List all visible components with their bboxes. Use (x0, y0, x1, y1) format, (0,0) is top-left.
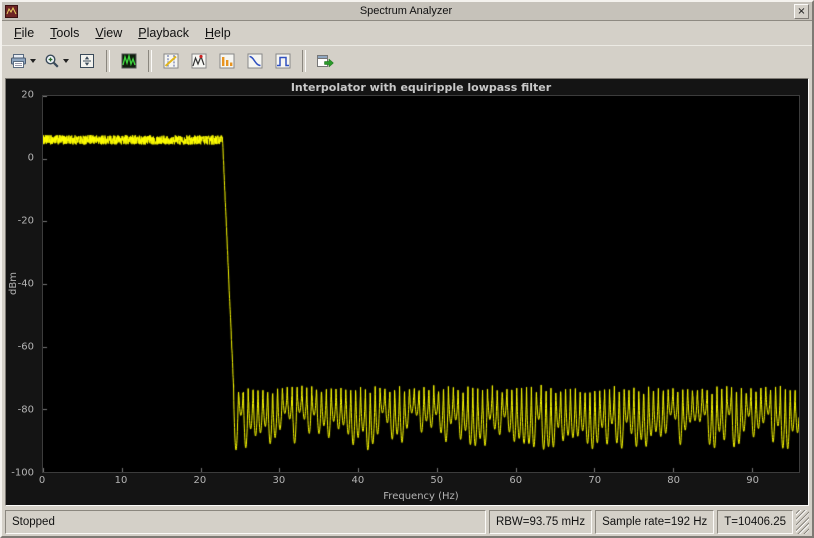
close-button[interactable]: × (794, 3, 809, 19)
y-tick-label: 0 (27, 152, 34, 164)
y-tick-labels: 20 0 -20 -40 -60 -80 -100 (6, 90, 39, 479)
y-tick-label: -80 (17, 404, 34, 416)
x-tick-label: 10 (114, 475, 128, 486)
distortion-measurements-icon (219, 53, 235, 69)
print-icon (10, 53, 27, 69)
x-tick-label: 30 (272, 475, 286, 486)
spectral-mask-icon (275, 53, 291, 69)
window-title: Spectrum Analyzer (359, 5, 453, 17)
status-sample-rate: Sample rate=192 Hz (595, 510, 715, 534)
status-message: Stopped (5, 510, 486, 534)
x-tick-label: 20 (193, 475, 207, 486)
export-button[interactable] (312, 48, 338, 74)
plot-panel: Interpolator with equiripple lowpass fil… (5, 78, 809, 506)
title-bar[interactable]: Spectrum Analyzer × (2, 2, 812, 21)
y-tick-label: -100 (11, 467, 34, 479)
menu-bar: File Tools View Playback Help (2, 21, 812, 45)
peak-finder-icon (191, 53, 207, 69)
ccdf-measurements-button[interactable] (242, 48, 268, 74)
ccdf-measurements-icon (247, 53, 263, 69)
x-tick-label: 80 (667, 475, 681, 486)
zoom-in-button[interactable] (41, 48, 72, 74)
status-bar: Stopped RBW=93.75 mHz Sample rate=192 Hz… (2, 508, 812, 536)
status-rbw: RBW=93.75 mHz (488, 510, 593, 534)
x-tick-label: 90 (746, 475, 759, 486)
status-time: T=10406.25 (717, 510, 793, 534)
menu-view[interactable]: View (87, 23, 130, 43)
distortion-measurements-button[interactable] (214, 48, 240, 74)
spectrum-settings-button[interactable] (116, 48, 142, 74)
menu-help[interactable]: Help (197, 23, 239, 43)
x-tick-labels: 0 10 20 30 40 50 60 70 80 90 (38, 475, 800, 487)
toolbar (2, 45, 812, 76)
toolbar-separator (106, 50, 110, 72)
spectrum-trace (43, 96, 799, 472)
y-tick-label: 20 (21, 89, 34, 101)
dropdown-arrow-icon[interactable] (30, 59, 36, 63)
menu-playback[interactable]: Playback (130, 23, 197, 43)
cursor-measurements-button[interactable] (158, 48, 184, 74)
span-button[interactable] (74, 48, 100, 74)
y-tick-label: -40 (17, 278, 34, 290)
x-tick-label: 60 (509, 475, 523, 486)
zoom-in-icon (44, 53, 60, 69)
x-axis-label: Frequency (Hz) (383, 491, 459, 502)
y-tick-label: -20 (17, 215, 34, 227)
toolbar-separator (302, 50, 306, 72)
print-button[interactable] (7, 48, 39, 74)
menu-tools[interactable]: Tools (42, 23, 87, 43)
window-icon (5, 4, 18, 18)
spectral-mask-button[interactable] (270, 48, 296, 74)
plot-axes[interactable] (42, 95, 800, 473)
peak-finder-button[interactable] (186, 48, 212, 74)
plot-title: Interpolator with equiripple lowpass fil… (290, 81, 552, 94)
menu-file[interactable]: File (6, 23, 42, 43)
x-tick-label: 70 (588, 475, 602, 486)
spectrum-analyzer-window: Spectrum Analyzer × File Tools View Playbac… (0, 0, 814, 538)
x-tick-label: 50 (430, 475, 444, 486)
spectrum-settings-icon (121, 53, 137, 69)
resize-grip[interactable] (796, 510, 809, 534)
cursor-measurements-icon (163, 53, 179, 69)
y-tick-label: -60 (17, 341, 34, 353)
toolbar-separator (148, 50, 152, 72)
close-icon: × (797, 5, 806, 17)
x-tick-label: 40 (351, 475, 365, 486)
span-icon (79, 53, 95, 69)
export-icon (316, 53, 334, 69)
x-tick-label: 0 (38, 475, 46, 486)
dropdown-arrow-icon[interactable] (63, 59, 69, 63)
